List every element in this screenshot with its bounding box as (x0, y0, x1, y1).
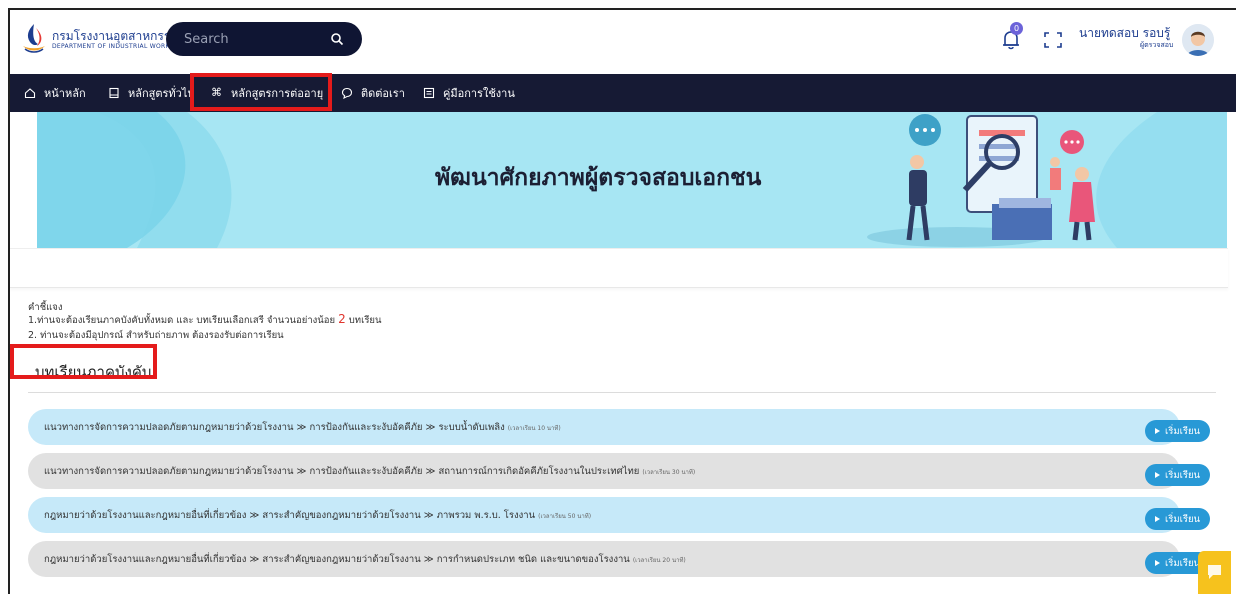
nav-item-contact[interactable]: ติดต่อเรา (341, 74, 405, 112)
start-lesson-button[interactable]: เริ่มเรียน (1145, 508, 1210, 530)
lesson-path: กฎหมายว่าด้วยโรงงานและกฎหมายอื่นที่เกี่ย… (44, 552, 686, 567)
instructions-line-1-suffix: บทเรียน (348, 315, 382, 326)
lesson-row[interactable]: แนวทางการจัดการความปลอดภัยตามกฎหมายว่าด้… (28, 409, 1180, 445)
play-icon (1154, 560, 1160, 566)
manual-icon (423, 87, 435, 99)
instructions-line-1: 1.ท่านจะต้องเรียนภาคบังคับทั้งหมด และ บท… (28, 312, 381, 328)
user-avatar-icon (1182, 24, 1214, 56)
chat-icon (341, 87, 353, 99)
nav-label: หลักสูตรทั่วไป (128, 87, 195, 100)
home-icon (24, 88, 36, 99)
nav-label: ติดต่อเรา (361, 87, 405, 100)
nav-label: หน้าหลัก (44, 87, 86, 100)
lesson-path: แนวทางการจัดการความปลอดภัยตามกฎหมายว่าด้… (44, 464, 695, 479)
banner-title: พัฒนาศักยภาพผู้ตรวจสอบเอกชน (435, 165, 762, 191)
banner-footer-strip (10, 248, 1228, 288)
lesson-duration: (เวลาเรียน 10 นาที) (507, 425, 561, 432)
avatar[interactable] (1182, 24, 1214, 56)
nav-item-home[interactable]: หน้าหลัก (24, 74, 86, 112)
nav-label: คู่มือการใช้งาน (443, 87, 515, 100)
search-input[interactable] (166, 22, 326, 56)
lesson-row[interactable]: กฎหมายว่าด้วยโรงงานและกฎหมายอื่นที่เกี่ย… (28, 497, 1180, 533)
logo[interactable]: กรมโรงงานอุตสาหกรรม DEPARTMENT OF INDUST… (20, 22, 178, 56)
notification-badge: 0 (1010, 22, 1023, 35)
lesson-duration: (เวลาเรียน 50 นาที) (538, 513, 592, 520)
instructions-line-1-prefix: 1.ท่านจะต้องเรียนภาคบังคับทั้งหมด และ บท… (28, 315, 336, 326)
play-icon (1154, 472, 1160, 478)
lesson-row[interactable]: แนวทางการจัดการความปลอดภัยตามกฎหมายว่าด้… (28, 453, 1180, 489)
section-highlight-box (10, 344, 157, 379)
logo-title-en: DEPARTMENT OF INDUSTRIAL WORKS (52, 43, 174, 50)
fullscreen-icon[interactable] (1044, 32, 1062, 48)
lesson-path: แนวทางการจัดการความปลอดภัยตามกฎหมายว่าด้… (44, 420, 561, 435)
nav-highlight-box (190, 73, 332, 111)
search-box (166, 22, 362, 56)
app-window: กรมโรงงานอุตสาหกรรม DEPARTMENT OF INDUST… (8, 8, 1236, 594)
lesson-path: กฎหมายว่าด้วยโรงงานและกฎหมายอื่นที่เกี่ย… (44, 508, 591, 523)
course-banner: พัฒนาศักยภาพผู้ตรวจสอบเอกชน (37, 112, 1227, 248)
lesson-duration: (เวลาเรียน 30 นาที) (642, 469, 696, 476)
start-lesson-button[interactable]: เริ่มเรียน (1145, 420, 1210, 442)
instructions-line-2: 2. ท่านจะต้องมีอุปกรณ์ สำหรับถ่ายภาพ ต้อ… (28, 330, 284, 341)
chat-bubble-icon (1208, 565, 1221, 579)
start-lesson-label: เริ่มเรียน (1164, 469, 1201, 481)
chat-widget-button[interactable] (1198, 551, 1231, 594)
book-icon (109, 87, 119, 99)
lesson-path-text: แนวทางการจัดการความปลอดภัยตามกฎหมายว่าด้… (44, 422, 505, 433)
section-divider (28, 392, 1216, 393)
start-lesson-label: เริ่มเรียน (1164, 425, 1201, 437)
user-role: ผู้ตรวจสอบ (1140, 41, 1174, 49)
play-icon (1154, 516, 1160, 522)
search-icon[interactable] (330, 32, 344, 46)
top-header: กรมโรงงานอุตสาหกรรม DEPARTMENT OF INDUST… (10, 10, 1236, 66)
play-icon (1154, 428, 1160, 434)
required-lesson-count: 2 (338, 312, 346, 326)
lesson-path-text: กฎหมายว่าด้วยโรงงานและกฎหมายอื่นที่เกี่ย… (44, 554, 630, 565)
lesson-path-text: กฎหมายว่าด้วยโรงงานและกฎหมายอื่นที่เกี่ย… (44, 510, 536, 521)
nav-item-general-courses[interactable]: หลักสูตรทั่วไป (108, 74, 194, 112)
notification-button[interactable]: 0 (998, 22, 1024, 52)
start-lesson-label: เริ่มเรียน (1164, 513, 1201, 525)
nav-item-manual[interactable]: คู่มือการใช้งาน (423, 74, 515, 112)
lesson-duration: (เวลาเรียน 20 นาที) (632, 557, 686, 564)
lesson-row[interactable]: กฎหมายว่าด้วยโรงงานและกฎหมายอื่นที่เกี่ย… (28, 541, 1180, 577)
start-lesson-button[interactable]: เริ่มเรียน (1145, 464, 1210, 486)
diw-logo-icon (23, 24, 45, 53)
start-lesson-label: เริ่มเรียน (1164, 557, 1201, 569)
lesson-path-text: แนวทางการจัดการความปลอดภัยตามกฎหมายว่าด้… (44, 466, 640, 477)
